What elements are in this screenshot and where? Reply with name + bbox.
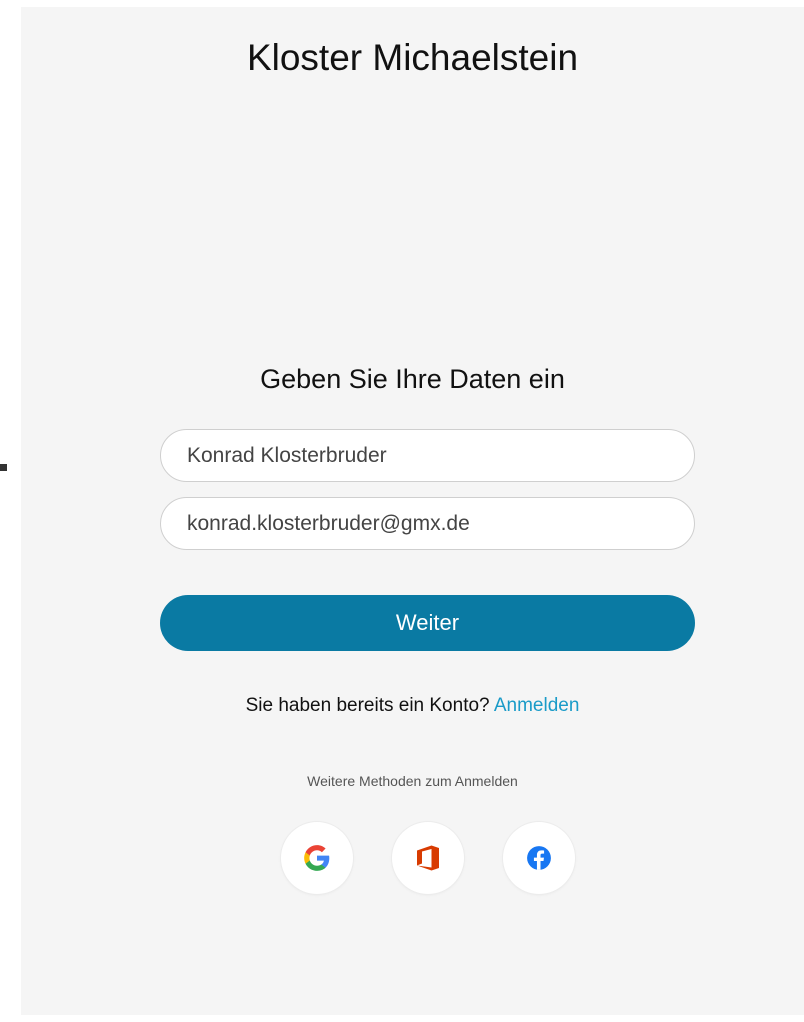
site-title: Kloster Michaelstein — [246, 37, 579, 78]
login-link[interactable]: Anmelden — [494, 695, 580, 716]
window-edge-marker — [0, 464, 7, 471]
continue-button[interactable]: Weiter — [160, 595, 695, 651]
account-prompt: Sie haben bereits ein Konto? — [245, 695, 490, 716]
facebook-icon — [526, 845, 552, 871]
form-heading: Geben Sie Ihre Daten ein — [260, 364, 565, 394]
email-field[interactable] — [160, 497, 695, 550]
more-methods-label: Weitere Methoden zum Anmelden — [307, 773, 518, 789]
office-login-button[interactable] — [392, 822, 464, 894]
office-icon — [415, 844, 441, 872]
google-icon — [303, 844, 331, 872]
name-field[interactable] — [160, 429, 695, 482]
google-login-button[interactable] — [281, 822, 353, 894]
existing-account-line: Sie haben bereits ein Konto? Anmelden — [21, 694, 804, 718]
facebook-login-button[interactable] — [503, 822, 575, 894]
